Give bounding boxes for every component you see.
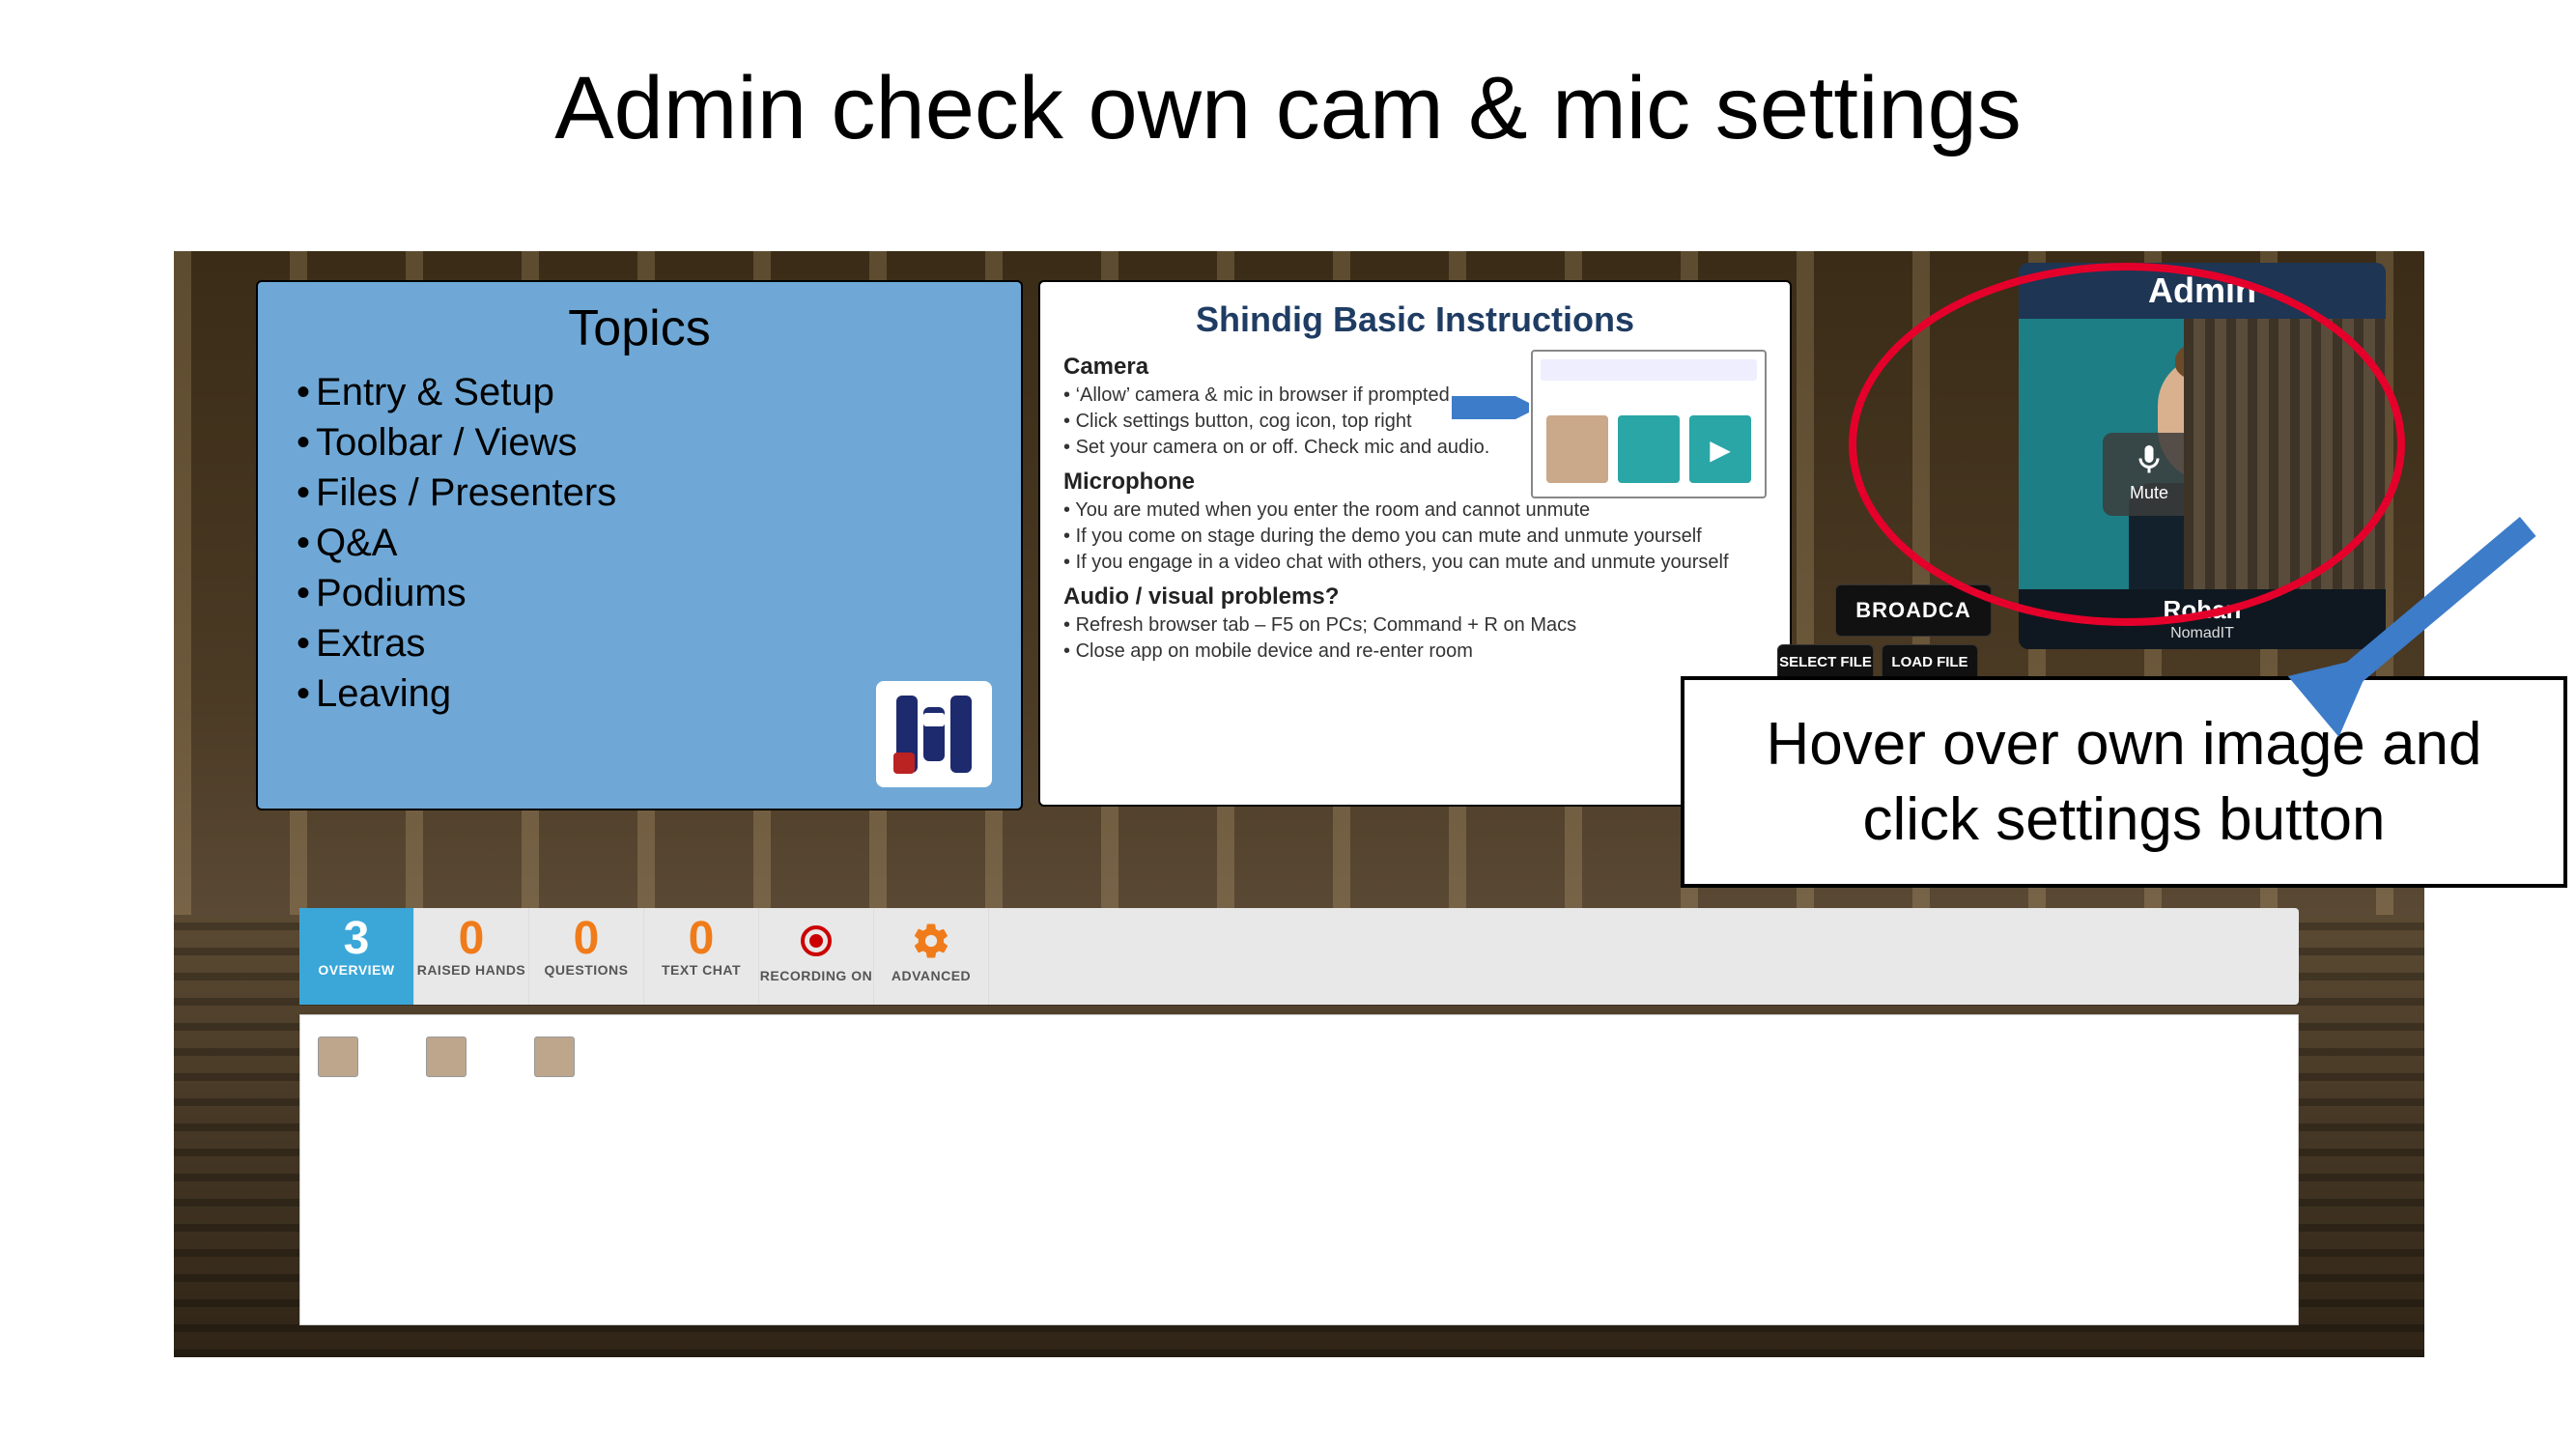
- topics-item: Entry & Setup: [297, 367, 1021, 417]
- recording-label: RECORDING ON: [759, 968, 873, 983]
- bottom-toolbar: 3 OVERVIEW 0 RAISED HANDS 0 QUESTIONS 0 …: [299, 908, 2299, 1005]
- microphone-item: If you engage in a video chat with other…: [1063, 550, 1767, 576]
- advanced-label: ADVANCED: [874, 968, 988, 983]
- problems-item: Close app on mobile device and re-enter …: [1063, 639, 1767, 665]
- problems-heading: Audio / visual problems?: [1063, 583, 1767, 611]
- questions-label: QUESTIONS: [529, 962, 643, 978]
- broadcast-button[interactable]: BROADCA: [1835, 584, 1992, 637]
- topics-panel: Topics Entry & Setup Toolbar / Views Fil…: [256, 280, 1023, 810]
- instructions-panel: Shindig Basic Instructions Camera ‘Allow…: [1038, 280, 1792, 807]
- settings-dialog-thumbnail: ▶: [1531, 350, 1767, 498]
- admin-video[interactable]: Mute Settings ☝: [2019, 319, 2386, 589]
- toolbar-recording[interactable]: RECORDING ON: [759, 908, 874, 1005]
- topics-list: Entry & Setup Toolbar / Views Files / Pr…: [297, 367, 1021, 719]
- settings-label: Settings: [2223, 483, 2286, 502]
- participant-avatar[interactable]: [318, 1037, 358, 1077]
- microphone-item: If you come on stage during the demo you…: [1063, 524, 1767, 550]
- shindig-logo: [876, 681, 992, 787]
- topics-heading: Topics: [258, 299, 1021, 357]
- gear-icon: [874, 914, 988, 968]
- annotation-callout: Hover over own image and click settings …: [1681, 676, 2567, 888]
- problems-item: Refresh browser tab – F5 on PCs; Command…: [1063, 612, 1767, 639]
- microphone-item: You are muted when you enter the room an…: [1063, 497, 1767, 524]
- raised-hands-label: RAISED HANDS: [414, 962, 528, 978]
- text-chat-count: 0: [644, 916, 758, 962]
- arrow-icon: [1452, 396, 1529, 419]
- topics-item: Podiums: [297, 568, 1021, 618]
- gear-icon: [2238, 442, 2273, 477]
- record-icon: [759, 914, 873, 968]
- topics-item: Q&A: [297, 518, 1021, 568]
- play-icon: ▶: [1689, 415, 1751, 483]
- text-chat-label: TEXT CHAT: [644, 962, 758, 978]
- admin-header: Admin: [2019, 263, 2386, 319]
- pointer-cursor-icon: ☝: [2277, 490, 2306, 518]
- admin-webcam-tile[interactable]: Admin Mute Settings ☝ Rohan: [2019, 263, 2386, 668]
- topics-item: Files / Presenters: [297, 468, 1021, 518]
- admin-name: Rohan: [2019, 595, 2386, 625]
- mute-button[interactable]: Mute: [2103, 433, 2195, 516]
- participant-strip: [299, 1014, 2299, 1325]
- participant-avatar[interactable]: [426, 1037, 467, 1077]
- toolbar-questions[interactable]: 0 QUESTIONS: [529, 908, 644, 1005]
- instructions-heading: Shindig Basic Instructions: [1063, 299, 1767, 340]
- settings-button[interactable]: Settings ☝: [2209, 433, 2302, 516]
- slide-title: Admin check own cam & mic settings: [0, 58, 2576, 159]
- topics-item: Toolbar / Views: [297, 417, 1021, 468]
- toolbar-text-chat[interactable]: 0 TEXT CHAT: [644, 908, 759, 1005]
- overview-label: OVERVIEW: [299, 962, 413, 978]
- toolbar-overview[interactable]: 3 OVERVIEW: [299, 908, 414, 1005]
- problems-list: Refresh browser tab – F5 on PCs; Command…: [1063, 612, 1767, 665]
- toolbar-advanced[interactable]: ADVANCED: [874, 908, 989, 1005]
- topics-item: Extras: [297, 618, 1021, 668]
- toolbar-raised-hands[interactable]: 0 RAISED HANDS: [414, 908, 529, 1005]
- questions-count: 0: [529, 916, 643, 962]
- mute-label: Mute: [2130, 483, 2168, 502]
- microphone-list: You are muted when you enter the room an…: [1063, 497, 1767, 576]
- participant-avatar[interactable]: [534, 1037, 575, 1077]
- microphone-icon: [2132, 442, 2166, 477]
- raised-hands-count: 0: [414, 916, 528, 962]
- overview-count: 3: [299, 916, 413, 962]
